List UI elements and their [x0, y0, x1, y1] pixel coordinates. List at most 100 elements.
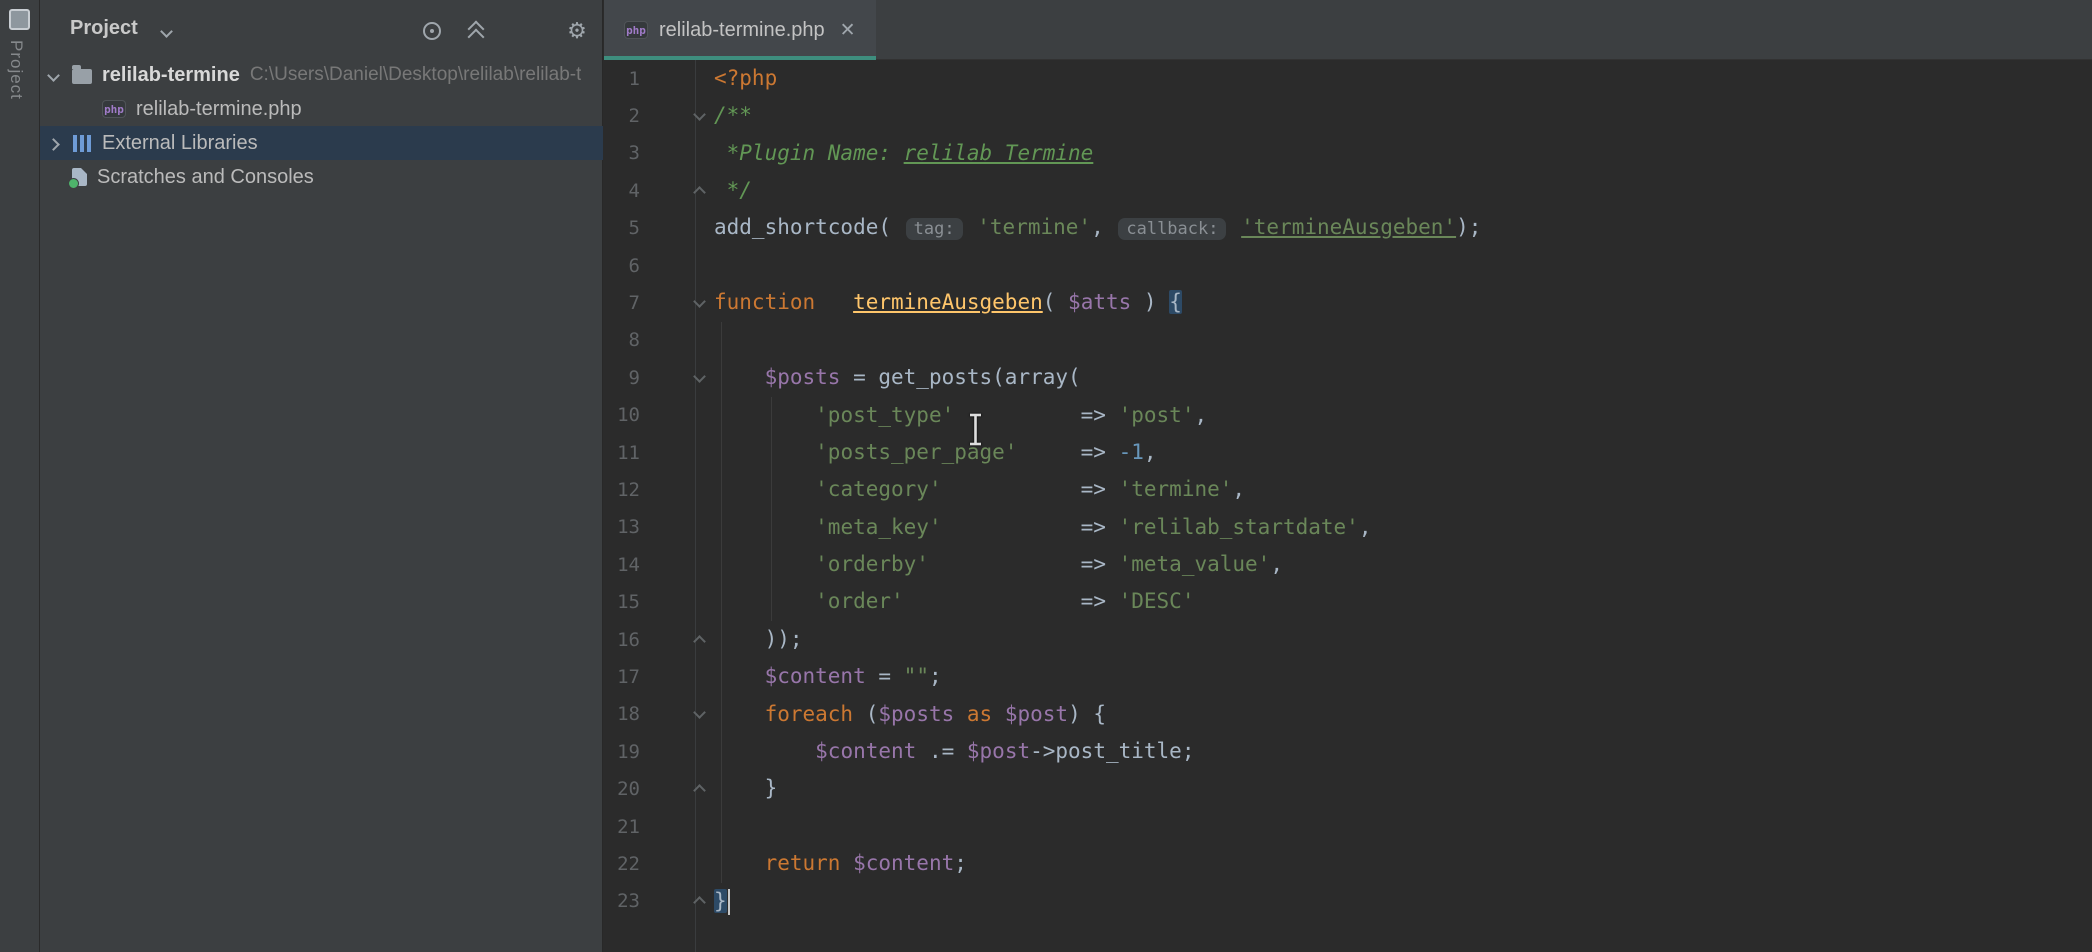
fold-column [640, 113, 714, 119]
code-line-3[interactable]: 3 *Plugin Name: relilab Termine [604, 135, 2092, 172]
project-panel-header: Project ⚙ [40, 0, 602, 60]
scratch-icon [72, 168, 87, 186]
fold-column [640, 783, 714, 795]
tree-item-label: relilab-termine [102, 64, 240, 87]
code-line-5[interactable]: 5add_shortcode( tag: 'termine', callback… [604, 210, 2092, 247]
fold-column [640, 185, 714, 197]
folder-icon [72, 69, 92, 84]
code-text: /** [714, 97, 752, 134]
line-number: 4 [604, 180, 640, 202]
code-text: function termineAusgeben( $atts ) { [714, 284, 1182, 321]
line-number: 10 [604, 404, 640, 426]
tree-row-relilab-termine-php[interactable]: php relilab-termine.php [40, 92, 603, 126]
fold-column [640, 375, 714, 381]
line-number: 20 [604, 778, 640, 800]
code-text: *Plugin Name: relilab Termine [714, 135, 1093, 172]
project-tree: relilab-termine C:\Users\Daniel\Desktop\r… [40, 58, 603, 194]
code-line-23[interactable]: 23} [604, 883, 2092, 920]
php-icon: php [102, 100, 126, 118]
line-number: 1 [604, 68, 640, 90]
code-text: 'post_type' => 'post', [714, 397, 1207, 434]
tab-label: relilab-termine.php [659, 19, 825, 42]
code-line-8[interactable]: 8 [604, 322, 2092, 359]
code-text: )); [714, 621, 803, 658]
line-number: 12 [604, 479, 640, 501]
line-number: 5 [604, 217, 640, 239]
line-number: 16 [604, 629, 640, 651]
fold-end-icon[interactable] [693, 186, 706, 199]
fold-start-icon[interactable] [693, 706, 706, 719]
tree-item-label: relilab-termine.php [136, 98, 302, 121]
editor-area: php relilab-termine.php ✕ 1<?php2/**3 *P… [604, 0, 2092, 952]
code-text: return $content; [714, 845, 967, 882]
line-number: 6 [604, 255, 640, 277]
project-panel: Project ⚙ relilab-termine C:\Users\Daniel… [40, 0, 603, 952]
text-caret [728, 889, 730, 915]
code-line-1[interactable]: 1<?php [604, 60, 2092, 97]
fold-end-icon[interactable] [693, 784, 706, 797]
code-line-6[interactable]: 6 [604, 247, 2092, 284]
line-number: 21 [604, 816, 640, 838]
code-text: 'order' => 'DESC' [714, 583, 1194, 620]
code-line-21[interactable]: 21 [604, 808, 2092, 845]
code-text: } [714, 883, 730, 920]
code-line-19[interactable]: 19 $content .= $post->post_title; [604, 733, 2092, 770]
code-line-20[interactable]: 20 } [604, 770, 2092, 807]
line-number: 3 [604, 142, 640, 164]
fold-start-icon[interactable] [693, 108, 706, 121]
tree-row-relilab-termine[interactable]: relilab-termine C:\Users\Daniel\Desktop\r… [40, 58, 603, 92]
line-number: 8 [604, 329, 640, 351]
code-line-12[interactable]: 12 'category' => 'termine', [604, 471, 2092, 508]
project-tool-icon[interactable] [9, 9, 30, 30]
code-line-22[interactable]: 22 return $content; [604, 845, 2092, 882]
fold-start-icon[interactable] [693, 370, 706, 383]
tree-item-path: C:\Users\Daniel\Desktop\relilab\relilab-… [250, 64, 582, 86]
code-line-18[interactable]: 18 foreach ($posts as $post) { [604, 696, 2092, 733]
locate-file-icon[interactable] [421, 20, 443, 42]
line-number: 14 [604, 554, 640, 576]
code-line-11[interactable]: 11 'posts_per_page' => -1, [604, 434, 2092, 471]
line-number: 7 [604, 292, 640, 314]
settings-gear-icon[interactable]: ⚙ [566, 20, 588, 42]
editor-tab-bar: php relilab-termine.php ✕ [604, 0, 2092, 60]
tree-item-label: External Libraries [102, 132, 258, 155]
fold-end-icon[interactable] [693, 896, 706, 909]
chevron-down-icon[interactable] [160, 25, 173, 38]
fold-column [640, 895, 714, 907]
code-editor[interactable]: 1<?php2/**3 *Plugin Name: relilab Termin… [604, 60, 2092, 952]
fold-start-icon[interactable] [693, 295, 706, 308]
line-number: 18 [604, 703, 640, 725]
project-stripe-label[interactable]: Project [6, 40, 26, 100]
chevron-spacer [49, 173, 58, 182]
tab-relilab-termine-php[interactable]: php relilab-termine.php ✕ [604, 0, 876, 60]
code-line-13[interactable]: 13 'meta_key' => 'relilab_startdate', [604, 509, 2092, 546]
code-line-2[interactable]: 2/** [604, 97, 2092, 134]
chevron-down-icon[interactable] [47, 69, 60, 82]
code-text: 'category' => 'termine', [714, 471, 1245, 508]
tree-row-external-libraries[interactable]: External Libraries [40, 126, 603, 160]
collapse-all-icon[interactable] [465, 20, 487, 42]
code-text: */ [714, 172, 752, 209]
line-number: 23 [604, 890, 640, 912]
line-number: 9 [604, 367, 640, 389]
chevron-right-icon[interactable] [47, 138, 60, 151]
code-line-15[interactable]: 15 'order' => 'DESC' [604, 583, 2092, 620]
code-line-10[interactable]: 10 'post_type' => 'post', [604, 397, 2092, 434]
chevron-spacer [79, 105, 88, 114]
line-number: 17 [604, 666, 640, 688]
code-text: 'posts_per_page' => -1, [714, 434, 1157, 471]
library-icon [72, 135, 92, 152]
code-line-4[interactable]: 4 */ [604, 172, 2092, 209]
fold-end-icon[interactable] [693, 635, 706, 648]
fold-column [640, 300, 714, 306]
code-line-7[interactable]: 7 function termineAusgeben( $atts ) { [604, 284, 2092, 321]
project-panel-title[interactable]: Project [70, 17, 138, 40]
code-line-16[interactable]: 16 )); [604, 621, 2092, 658]
code-line-9[interactable]: 9 $posts = get_posts(array( [604, 359, 2092, 396]
tool-window-stripe: Project [0, 0, 40, 952]
tree-row-scratches-and-consoles[interactable]: Scratches and Consoles [40, 160, 603, 194]
code-line-14[interactable]: 14 'orderby' => 'meta_value', [604, 546, 2092, 583]
close-tab-icon[interactable]: ✕ [840, 19, 856, 42]
code-text: 'meta_key' => 'relilab_startdate', [714, 509, 1371, 546]
code-line-17[interactable]: 17 $content = ""; [604, 658, 2092, 695]
